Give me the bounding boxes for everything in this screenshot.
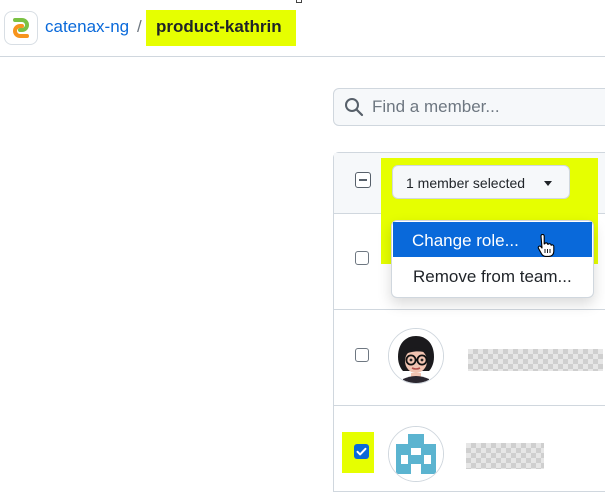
identicon-avatar-icon [389, 427, 443, 481]
team-name-link[interactable]: product-kathrin [156, 16, 282, 38]
row-divider [334, 405, 605, 406]
minus-square-icon [359, 179, 367, 181]
header-artifact [296, 0, 302, 3]
breadcrumb-separator: / [137, 17, 142, 36]
search-icon [345, 98, 364, 117]
member-name-partial [596, 256, 605, 272]
hand-pointer-cursor-icon [537, 234, 555, 257]
triangle-down-icon [544, 181, 552, 186]
check-icon [356, 447, 367, 456]
member-checkbox[interactable] [355, 251, 369, 265]
row-divider [334, 309, 605, 310]
menu-item-label[interactable]: Change role... [412, 230, 519, 252]
search-input[interactable] [372, 96, 592, 118]
org-link[interactable]: catenax-ng [45, 16, 129, 38]
member-checkbox[interactable] [355, 348, 369, 362]
org-logo-icon[interactable] [4, 11, 38, 45]
member-name-redacted [466, 443, 544, 469]
bulk-actions-label: 1 member selected [406, 175, 526, 191]
avatar[interactable] [388, 426, 444, 482]
avatar[interactable] [388, 328, 444, 384]
member-name-redacted [468, 349, 603, 371]
cartoon-woman-avatar-icon [389, 329, 443, 383]
menu-item-remove-from-team[interactable]: Remove from team... [413, 266, 572, 288]
member-checkbox-checked[interactable] [354, 444, 369, 459]
